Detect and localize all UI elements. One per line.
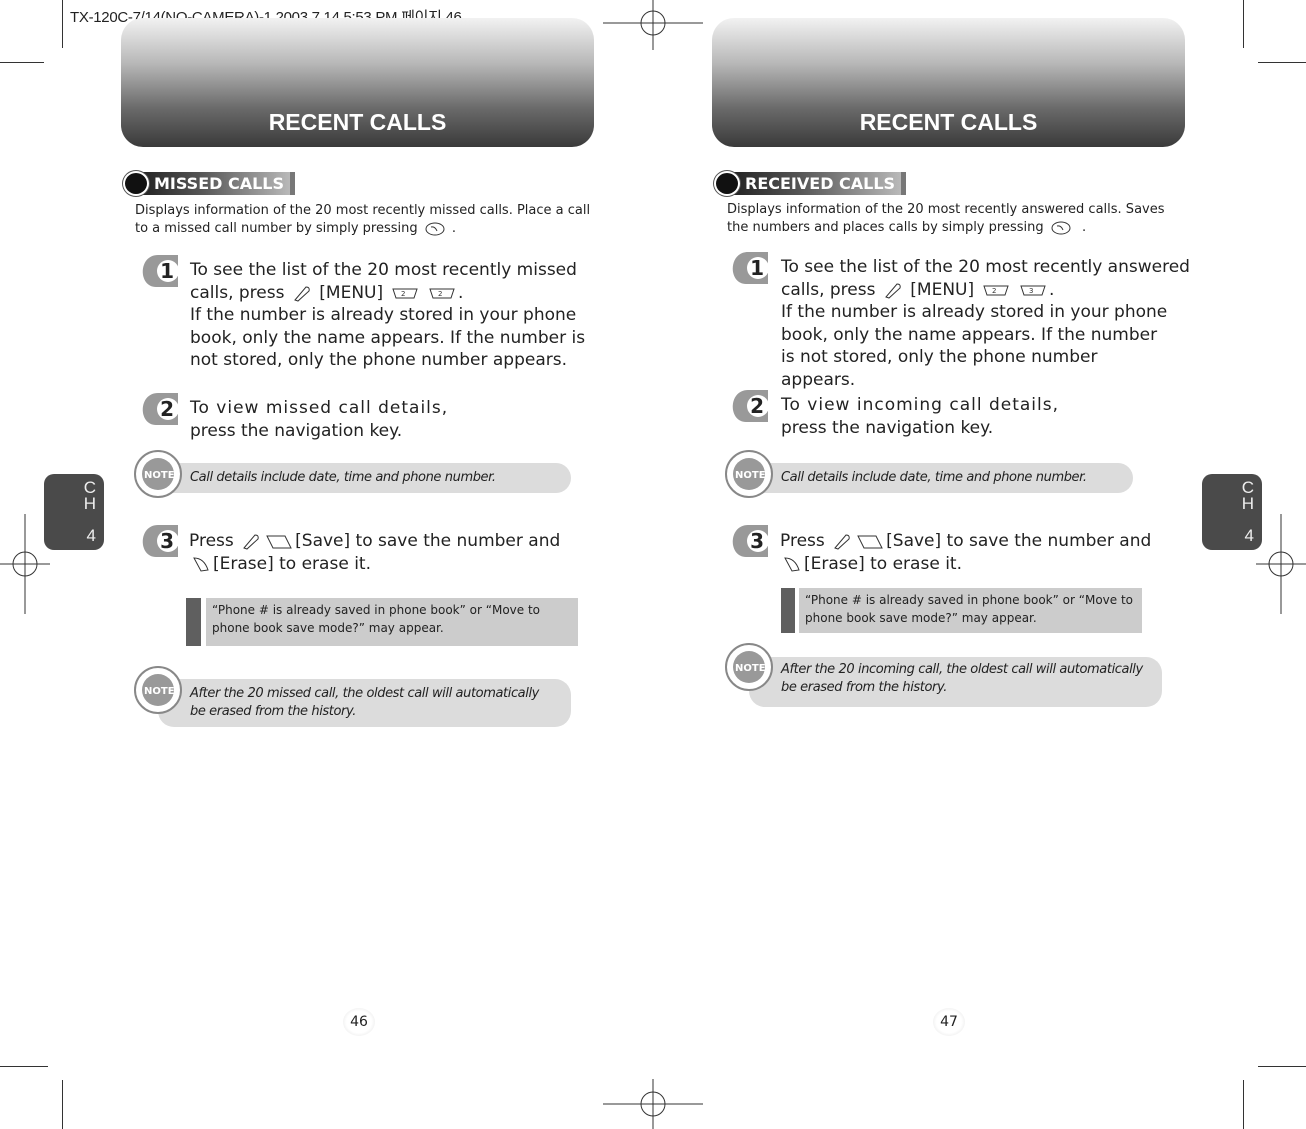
- quote-bar: [186, 598, 201, 646]
- key-3def-icon: 3: [1020, 285, 1046, 296]
- section-title: MISSED CALLS: [140, 172, 293, 195]
- step-3-badge: 3: [138, 525, 179, 557]
- svg-text:2: 2: [401, 290, 405, 298]
- section-description: Displays information of the 20 most rece…: [727, 202, 1165, 235]
- section-title: RECEIVED CALLS: [731, 172, 904, 195]
- send-key-icon: [425, 222, 445, 235]
- step-1-text: To see the list of the 20 most recently …: [781, 257, 1190, 390]
- svg-text:NOTE: NOTE: [144, 686, 175, 697]
- crop-mark: [1258, 1066, 1306, 1067]
- key-2abc-icon: 2: [391, 288, 418, 299]
- page-header: RECENT CALLS: [712, 18, 1185, 147]
- registration-mark-right: [1256, 514, 1306, 614]
- key-2abc-icon: 2: [429, 288, 455, 299]
- key-2abc-icon: 2: [982, 285, 1009, 296]
- note-history: After the 20 incoming call, the oldest c…: [749, 657, 1162, 707]
- section-tail: [901, 172, 906, 195]
- page-header: RECENT CALLS: [121, 18, 594, 147]
- page-46: RECENT CALLS MISSED CALLS Displays infor…: [0, 0, 600, 1129]
- quote-message: “Phone # is already saved in phone book”…: [799, 588, 1142, 633]
- step-3-badge: 3: [728, 525, 769, 557]
- note-icon: NOTE: [725, 643, 773, 691]
- key-1-icon: [266, 535, 292, 549]
- step-2-text: To view incoming call details, press the …: [781, 395, 1060, 438]
- svg-text:2: 2: [438, 290, 442, 298]
- header-title: RECENT CALLS: [859, 109, 1038, 135]
- step-2-badge: 2: [728, 390, 769, 422]
- menu-key-icon: [834, 534, 850, 550]
- chapter-tab: CH4: [1202, 474, 1262, 550]
- svg-text:NOTE: NOTE: [144, 470, 175, 481]
- page-47: RECENT CALLS RECEIVED CALLS Displays inf…: [591, 0, 1262, 1129]
- page-number: 47: [933, 1008, 965, 1036]
- note-call-details: Call details include date, time and phon…: [158, 463, 571, 493]
- quote-bar: [781, 588, 795, 633]
- page-number: 46: [343, 1008, 375, 1036]
- step-1-text: To see the list of the 20 most recently …: [190, 260, 586, 371]
- crop-mark: [1243, 0, 1244, 48]
- menu-key-icon: [294, 286, 310, 302]
- section-description: Displays information of the 20 most rece…: [135, 203, 591, 236]
- menu-key-icon: [885, 283, 901, 299]
- note-icon: NOTE: [725, 450, 773, 498]
- step-1-badge: 1: [138, 255, 179, 287]
- step-3-text: Press [Save] to save the number and [Era…: [189, 531, 561, 574]
- step-2-text: To view missed call details, press the na…: [190, 398, 449, 441]
- step-2-badge: 2: [138, 393, 179, 425]
- clear-key-icon: [784, 557, 800, 572]
- quote-message: “Phone # is already saved in phone book”…: [206, 598, 578, 646]
- note-history: After the 20 missed call, the oldest cal…: [158, 679, 571, 727]
- section-bullet: [123, 171, 149, 196]
- send-key-icon: [1051, 221, 1071, 234]
- crop-mark: [1258, 62, 1306, 63]
- svg-text:NOTE: NOTE: [735, 470, 766, 481]
- section-bullet: [714, 171, 740, 196]
- key-1-icon: [857, 535, 883, 549]
- step-1-badge: 1: [728, 252, 769, 284]
- menu-key-icon: [243, 534, 259, 550]
- note-icon: NOTE: [134, 666, 182, 714]
- svg-text:NOTE: NOTE: [735, 663, 766, 674]
- note-call-details: Call details include date, time and phon…: [749, 463, 1133, 493]
- step-3-text: Press [Save] to save the number and [Era…: [780, 531, 1152, 574]
- header-title: RECENT CALLS: [268, 109, 447, 135]
- note-icon: NOTE: [134, 450, 182, 498]
- chapter-tab: CH4: [44, 474, 104, 550]
- crop-mark: [1243, 1080, 1244, 1129]
- svg-text:2: 2: [992, 287, 996, 295]
- clear-key-icon: [193, 557, 209, 572]
- svg-text:3: 3: [1029, 287, 1033, 295]
- section-tail: [290, 172, 295, 195]
